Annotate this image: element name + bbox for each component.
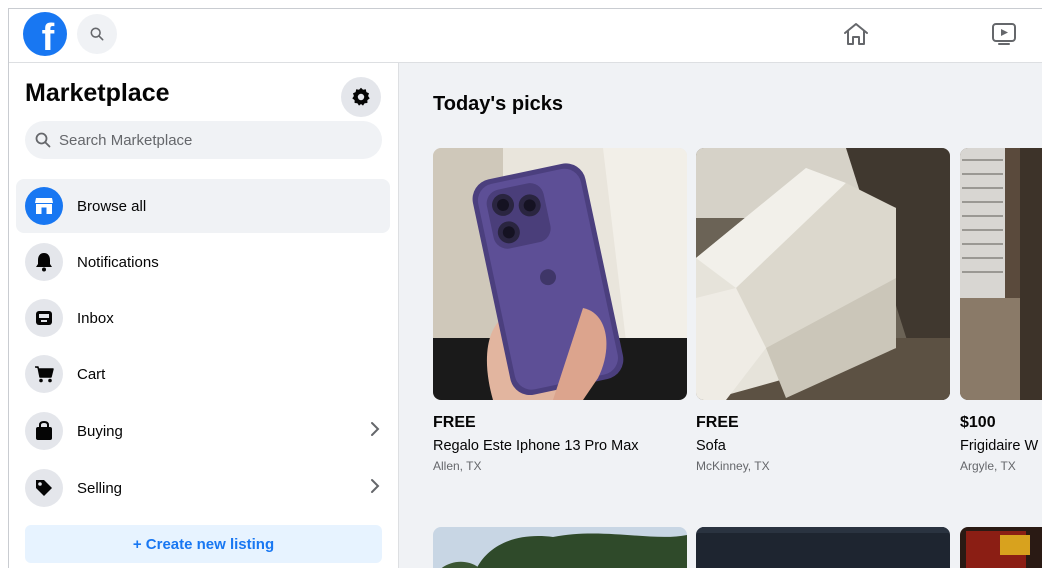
sidebar-item-cart[interactable]: Cart <box>16 347 390 401</box>
sidebar-icon-wrap <box>25 355 63 393</box>
listing-image-row2[interactable] <box>696 527 950 568</box>
bell-icon <box>36 253 52 272</box>
sidebar-icon-wrap <box>25 299 63 337</box>
search-input[interactable] <box>59 131 359 149</box>
sofa-photo <box>696 148 950 400</box>
sidebar-item-selling[interactable]: Selling <box>16 461 390 515</box>
sidebar-item-inbox[interactable]: Inbox <box>16 291 390 345</box>
search-icon <box>90 27 104 41</box>
listing-image[interactable] <box>433 148 687 400</box>
listing-image[interactable] <box>960 148 1042 400</box>
sidebar-item-label: Selling <box>77 479 123 497</box>
facebook-logo-letter: f <box>41 17 55 56</box>
listing-card[interactable]: FREE Regalo Este Iphone 13 Pro Max Allen… <box>433 148 687 473</box>
page-title: Marketplace <box>25 79 170 107</box>
tag-icon <box>36 480 52 496</box>
sidebar-item-label: Notifications <box>77 253 159 271</box>
listing-price: $100 <box>960 414 996 431</box>
home-icon <box>844 23 868 45</box>
chevron-right-icon <box>371 479 380 493</box>
video-nav-button[interactable] <box>989 19 1019 49</box>
listing-card[interactable]: $100 Frigidaire W Argyle, TX <box>960 148 1042 473</box>
marketplace-sidebar: Marketplace Browse all <box>9 63 399 568</box>
listing-image-row2[interactable] <box>960 527 1042 568</box>
sidebar-item-label: Inbox <box>77 309 114 327</box>
top-navigation-bar: f <box>9 9 1042 63</box>
video-icon <box>992 23 1016 45</box>
sidebar-item-notifications[interactable]: Notifications <box>16 235 390 289</box>
gear-icon <box>352 87 370 106</box>
home-nav-button[interactable] <box>841 19 871 49</box>
listing-photo-arcade <box>960 527 1042 568</box>
listing-photo-dark <box>696 527 950 568</box>
appliance-photo <box>960 148 1042 400</box>
search-icon <box>35 132 51 148</box>
chevron-right-icon <box>371 422 380 436</box>
storefront-icon <box>35 198 53 214</box>
listing-title: Frigidaire W <box>960 438 1039 454</box>
sidebar-item-label: Cart <box>77 365 106 383</box>
listing-location: Allen, TX <box>433 459 482 473</box>
listing-photo-trees <box>433 527 687 568</box>
listing-title: Regalo Este Iphone 13 Pro Max <box>433 438 639 454</box>
bag-icon <box>36 421 52 440</box>
listing-price: FREE <box>433 414 476 431</box>
sidebar-icon-wrap <box>25 469 63 507</box>
listing-image[interactable] <box>696 148 950 400</box>
sidebar-item-browse-all[interactable]: Browse all <box>16 179 390 233</box>
listing-title: Sofa <box>696 438 726 454</box>
create-new-listing-button[interactable]: + Create new listing <box>25 525 382 563</box>
main-feed: Today's picks FREE Regalo Este Iphone 13… <box>399 63 1042 568</box>
listing-card[interactable]: FREE Sofa McKinney, TX <box>696 148 950 473</box>
settings-button[interactable] <box>341 77 381 117</box>
marketplace-search-field[interactable] <box>25 121 382 159</box>
cart-icon <box>35 366 54 383</box>
listing-location: Argyle, TX <box>960 459 1016 473</box>
sidebar-item-label: Buying <box>77 422 123 440</box>
sidebar-icon-wrap <box>25 243 63 281</box>
inbox-icon <box>36 311 52 325</box>
listing-location: McKinney, TX <box>696 459 770 473</box>
app-window: f Marketplace Search Marketplace Browse … <box>8 8 1042 568</box>
listing-image-row2[interactable] <box>433 527 687 568</box>
section-title: Today's picks <box>433 93 563 115</box>
phone-photo <box>433 148 687 400</box>
facebook-logo[interactable]: f <box>23 12 67 56</box>
sidebar-item-buying[interactable]: Buying <box>16 404 390 458</box>
search-button[interactable] <box>77 14 117 54</box>
sidebar-item-label: Browse all <box>77 197 147 215</box>
sidebar-icon-wrap <box>25 187 63 225</box>
sidebar-icon-wrap <box>25 412 63 450</box>
listing-price: FREE <box>696 414 739 431</box>
